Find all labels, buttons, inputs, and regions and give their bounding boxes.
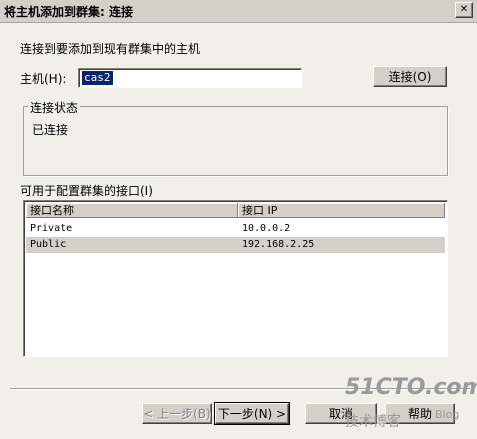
connection-status-group: 连接状态 已连接 <box>23 99 448 176</box>
interface-name-cell: Private <box>30 223 73 234</box>
interface-ip-cell: 10.0.0.2 <box>242 223 291 234</box>
next-button[interactable]: 下一步(N) > <box>214 402 290 425</box>
back-button[interactable]: < 上一步(B) <box>142 403 212 424</box>
interfaces-label: 可用于配置群集的接口(I) <box>20 184 153 198</box>
interfaces-list[interactable]: 接口名称 接口 IP Private 10.0.0.2 Public 192.1… <box>23 200 448 357</box>
interfaces-list-header: 接口名称 接口 IP <box>26 203 445 218</box>
host-input[interactable]: cas2 <box>78 68 302 88</box>
intro-text: 连接到要添加到现有群集中的主机 <box>20 42 201 56</box>
interface-ip-cell: 192.168.2.25 <box>242 239 315 250</box>
window-title: 将主机添加到群集: 连接 <box>4 5 133 19</box>
connection-status-title: 连接状态 <box>28 99 81 116</box>
host-input-value: cas2 <box>82 71 113 85</box>
title-bar: 将主机添加到群集: 连接 ✕ <box>0 0 477 23</box>
dialog-body: 连接到要添加到现有群集中的主机 主机(H): cas2 连接(O) 连接状态 已… <box>0 23 477 439</box>
column-header-ip[interactable]: 接口 IP <box>238 203 445 218</box>
watermark-logo: 51CTO.com <box>345 375 477 400</box>
table-row[interactable]: Public 192.168.2.25 <box>26 237 445 253</box>
close-button[interactable]: ✕ <box>455 2 473 18</box>
watermark-blog: Blog <box>435 408 460 421</box>
table-row[interactable]: Private 10.0.0.2 <box>26 221 445 237</box>
host-label: 主机(H): <box>20 72 67 86</box>
watermark-sub: 技术博客 <box>345 414 401 430</box>
connection-status-text: 已连接 <box>32 123 69 137</box>
connect-button[interactable]: 连接(O) <box>373 66 447 87</box>
close-icon: ✕ <box>459 4 469 15</box>
interface-name-cell: Public <box>30 239 67 250</box>
column-header-name[interactable]: 接口名称 <box>26 203 238 218</box>
